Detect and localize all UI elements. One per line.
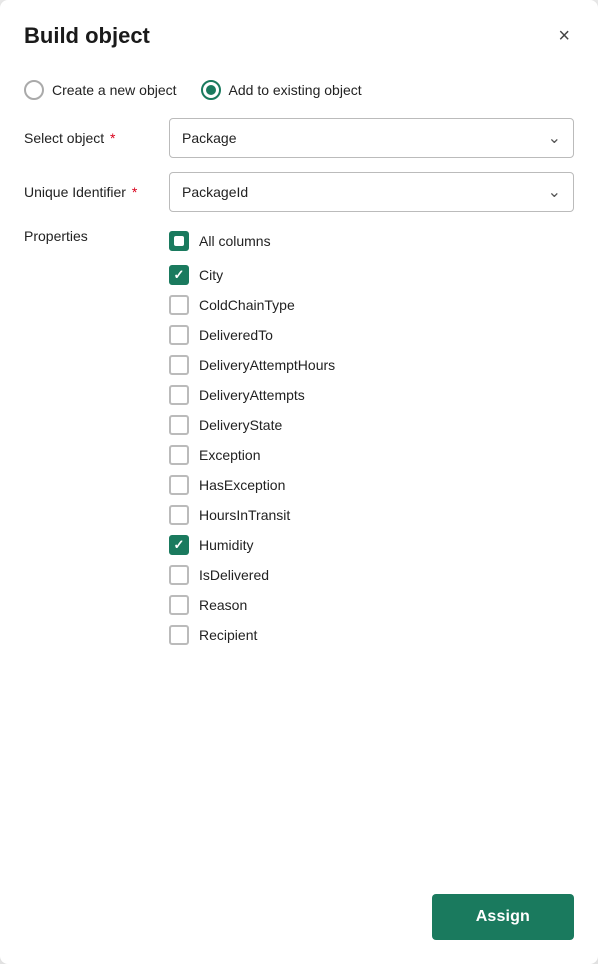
property-item: Humidity: [169, 530, 574, 560]
property-label-humidity: Humidity: [199, 537, 253, 553]
property-checkbox-hoursintransit[interactable]: [169, 505, 189, 525]
radio-label-existing: Add to existing object: [229, 82, 362, 98]
properties-list: All columns City ColdChainType DeliveredTo…: [169, 226, 574, 650]
unique-identifier-label: Unique Identifier *: [24, 184, 169, 200]
property-checkbox-humidity[interactable]: [169, 535, 189, 555]
unique-identifier-dropdown[interactable]: PackageId ⌄: [169, 172, 574, 212]
property-checkbox-recipient[interactable]: [169, 625, 189, 645]
property-item: IsDelivered: [169, 560, 574, 590]
property-checkbox-exception[interactable]: [169, 445, 189, 465]
property-label-coldchaintype: ColdChainType: [199, 297, 295, 313]
property-checkbox-deliveredto[interactable]: [169, 325, 189, 345]
property-item: DeliveryState: [169, 410, 574, 440]
radio-create-new[interactable]: Create a new object: [24, 80, 177, 100]
select-object-dropdown[interactable]: Package ⌄: [169, 118, 574, 158]
property-label-recipient: Recipient: [199, 627, 257, 643]
property-label-deliveryattempthours: DeliveryAttemptHours: [199, 357, 335, 373]
property-label-deliveryattempts: DeliveryAttempts: [199, 387, 305, 403]
properties-label: Properties: [24, 226, 169, 244]
close-button[interactable]: ×: [554, 22, 574, 50]
property-item: Reason: [169, 590, 574, 620]
unique-identifier-arrow: ⌄: [548, 182, 561, 202]
property-checkbox-deliveryattempthours[interactable]: [169, 355, 189, 375]
radio-group: Create a new object Add to existing obje…: [24, 66, 574, 118]
all-columns-row: All columns: [169, 226, 574, 256]
radio-circle-new: [24, 80, 44, 100]
property-item: HasException: [169, 470, 574, 500]
select-object-value: Package: [182, 130, 236, 146]
property-checkbox-deliverystate[interactable]: [169, 415, 189, 435]
property-item: HoursInTransit: [169, 500, 574, 530]
property-checkbox-reason[interactable]: [169, 595, 189, 615]
property-label-hasexception: HasException: [199, 477, 285, 493]
assign-button[interactable]: Assign: [432, 894, 574, 940]
required-star-id: *: [128, 184, 137, 200]
property-checkbox-deliveryattempts[interactable]: [169, 385, 189, 405]
dialog-footer: Assign: [0, 882, 598, 964]
property-checkbox-isdelivered[interactable]: [169, 565, 189, 585]
property-item: Exception: [169, 440, 574, 470]
property-item: ColdChainType: [169, 290, 574, 320]
radio-circle-existing: [201, 80, 221, 100]
property-label-isdelivered: IsDelivered: [199, 567, 269, 583]
property-checkbox-coldchaintype[interactable]: [169, 295, 189, 315]
radio-label-new: Create a new object: [52, 82, 177, 98]
select-object-arrow: ⌄: [548, 128, 561, 148]
property-item: Recipient: [169, 620, 574, 650]
all-columns-checkbox[interactable]: [169, 231, 189, 251]
property-checkbox-hasexception[interactable]: [169, 475, 189, 495]
property-item: City: [169, 260, 574, 290]
property-label-deliverystate: DeliveryState: [199, 417, 282, 433]
property-checkbox-city[interactable]: [169, 265, 189, 285]
property-label-deliveredto: DeliveredTo: [199, 327, 273, 343]
radio-add-existing[interactable]: Add to existing object: [201, 80, 362, 100]
select-object-row: Select object * Package ⌄: [24, 118, 574, 158]
property-item: DeliveredTo: [169, 320, 574, 350]
properties-row: Properties All columns City ColdChainType…: [24, 226, 574, 650]
property-item: DeliveryAttempts: [169, 380, 574, 410]
required-star-object: *: [106, 130, 115, 146]
unique-identifier-value: PackageId: [182, 184, 248, 200]
select-object-label: Select object *: [24, 130, 169, 146]
property-label-reason: Reason: [199, 597, 247, 613]
dialog-title: Build object: [24, 23, 150, 49]
dialog-header: Build object ×: [0, 0, 598, 66]
unique-identifier-row: Unique Identifier * PackageId ⌄: [24, 172, 574, 212]
property-label-hoursintransit: HoursInTransit: [199, 507, 290, 523]
property-items-container: City ColdChainType DeliveredTo DeliveryAtte…: [169, 260, 574, 650]
all-columns-label: All columns: [199, 233, 271, 249]
property-item: DeliveryAttemptHours: [169, 350, 574, 380]
property-label-city: City: [199, 267, 223, 283]
property-label-exception: Exception: [199, 447, 260, 463]
build-object-dialog: Build object × Create a new object Add t…: [0, 0, 598, 964]
dialog-body: Create a new object Add to existing obje…: [0, 66, 598, 882]
